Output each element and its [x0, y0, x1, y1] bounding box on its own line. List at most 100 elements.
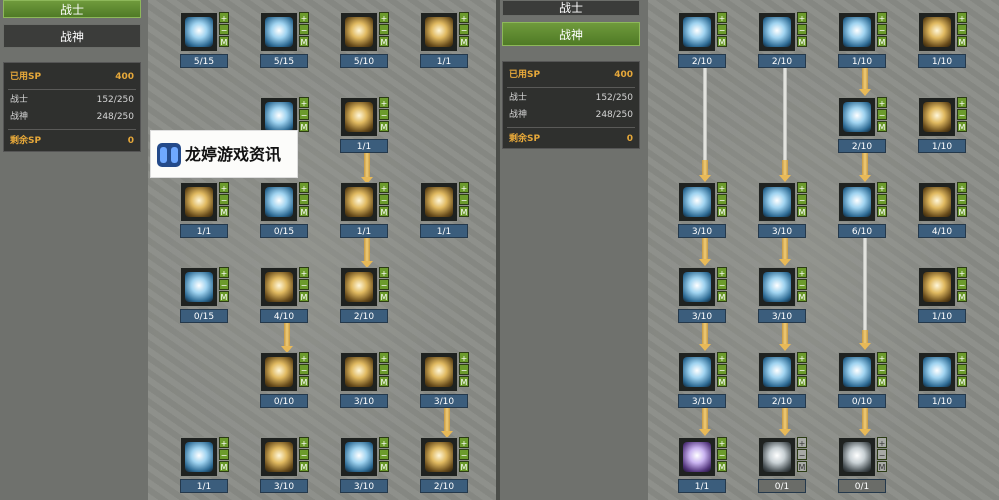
skill-slot[interactable]: + − M 1/10 — [838, 12, 890, 72]
skill-minus-button[interactable]: − — [877, 24, 887, 35]
skill-icon[interactable] — [683, 442, 711, 472]
skill-minus-button[interactable]: − — [299, 364, 309, 375]
skill-master-button[interactable]: M — [379, 36, 389, 47]
skill-master-button[interactable]: M — [957, 291, 967, 302]
skill-slot[interactable]: + − M 4/10 — [260, 267, 312, 327]
skill-plus-button[interactable]: + — [877, 437, 887, 448]
skill-icon[interactable] — [425, 357, 453, 387]
skill-minus-button[interactable]: − — [797, 194, 807, 205]
skill-master-button[interactable]: M — [717, 461, 727, 472]
skill-icon[interactable] — [345, 442, 373, 472]
skill-master-button[interactable]: M — [379, 121, 389, 132]
skill-frame[interactable] — [260, 267, 298, 307]
skill-master-button[interactable]: M — [379, 461, 389, 472]
skill-plus-button[interactable]: + — [299, 97, 309, 108]
skill-icon[interactable] — [185, 442, 213, 472]
skill-plus-button[interactable]: + — [717, 352, 727, 363]
skill-master-button[interactable]: M — [299, 461, 309, 472]
skill-minus-button[interactable]: − — [299, 194, 309, 205]
skill-minus-button[interactable]: − — [717, 449, 727, 460]
skill-master-button[interactable]: M — [299, 36, 309, 47]
skill-frame[interactable] — [758, 437, 796, 477]
skill-master-button[interactable]: M — [957, 206, 967, 217]
skill-frame[interactable] — [340, 352, 378, 392]
skill-icon[interactable] — [843, 102, 871, 132]
skill-master-button[interactable]: M — [459, 461, 469, 472]
skill-icon[interactable] — [763, 357, 791, 387]
skill-icon[interactable] — [923, 17, 951, 47]
tab-wargod[interactable]: 战神 — [502, 22, 640, 46]
skill-minus-button[interactable]: − — [379, 24, 389, 35]
skill-icon[interactable] — [843, 357, 871, 387]
skill-frame[interactable] — [420, 352, 458, 392]
skill-minus-button[interactable]: − — [219, 24, 229, 35]
skill-slot[interactable]: + − M 6/10 — [838, 182, 890, 242]
skill-icon[interactable] — [185, 272, 213, 302]
skill-slot[interactable]: + − M 2/10 — [758, 12, 810, 72]
skill-slot[interactable]: + − M 4/10 — [918, 182, 970, 242]
skill-plus-button[interactable]: + — [877, 12, 887, 23]
skill-plus-button[interactable]: + — [957, 352, 967, 363]
skill-slot[interactable]: + − M 1/1 — [340, 182, 392, 242]
skill-frame[interactable] — [340, 437, 378, 477]
skill-master-button[interactable]: M — [219, 206, 229, 217]
skill-plus-button[interactable]: + — [717, 182, 727, 193]
skill-icon[interactable] — [265, 442, 293, 472]
skill-minus-button[interactable]: − — [717, 24, 727, 35]
skill-icon[interactable] — [425, 17, 453, 47]
skill-frame[interactable] — [260, 182, 298, 222]
skill-master-button[interactable]: M — [797, 461, 807, 472]
skill-frame[interactable] — [340, 97, 378, 137]
skill-slot[interactable]: + − M 3/10 — [678, 267, 730, 327]
skill-slot[interactable]: + − M 0/1 — [838, 437, 890, 497]
skill-icon[interactable] — [425, 187, 453, 217]
skill-plus-button[interactable]: + — [459, 352, 469, 363]
skill-master-button[interactable]: M — [717, 376, 727, 387]
skill-icon[interactable] — [265, 102, 293, 132]
skill-frame[interactable] — [420, 182, 458, 222]
skill-icon[interactable] — [683, 187, 711, 217]
skill-plus-button[interactable]: + — [717, 12, 727, 23]
skill-plus-button[interactable]: + — [877, 97, 887, 108]
skill-icon[interactable] — [265, 272, 293, 302]
skill-icon[interactable] — [923, 102, 951, 132]
skill-frame[interactable] — [918, 182, 956, 222]
skill-slot[interactable]: + − M 5/15 — [180, 12, 232, 72]
skill-minus-button[interactable]: − — [877, 194, 887, 205]
skill-icon[interactable] — [763, 442, 791, 472]
skill-plus-button[interactable]: + — [797, 352, 807, 363]
skill-slot[interactable]: + − M 3/10 — [758, 182, 810, 242]
skill-master-button[interactable]: M — [299, 291, 309, 302]
skill-minus-button[interactable]: − — [459, 449, 469, 460]
skill-minus-button[interactable]: − — [717, 279, 727, 290]
skill-master-button[interactable]: M — [797, 206, 807, 217]
skill-icon[interactable] — [923, 187, 951, 217]
skill-minus-button[interactable]: − — [877, 449, 887, 460]
skill-icon[interactable] — [923, 272, 951, 302]
skill-master-button[interactable]: M — [877, 461, 887, 472]
skill-minus-button[interactable]: − — [459, 24, 469, 35]
skill-slot[interactable]: + − M 1/1 — [678, 437, 730, 497]
skill-slot[interactable]: + − M 2/10 — [758, 352, 810, 412]
skill-plus-button[interactable]: + — [797, 182, 807, 193]
skill-icon[interactable] — [683, 357, 711, 387]
skill-slot[interactable]: + − M 1/10 — [918, 267, 970, 327]
skill-minus-button[interactable]: − — [877, 364, 887, 375]
skill-plus-button[interactable]: + — [379, 182, 389, 193]
tab-warrior[interactable]: 战士 — [3, 0, 141, 18]
skill-minus-button[interactable]: − — [379, 449, 389, 460]
skill-slot[interactable]: + − M 2/10 — [420, 437, 472, 497]
skill-frame[interactable] — [678, 267, 716, 307]
skill-minus-button[interactable]: − — [957, 24, 967, 35]
skill-master-button[interactable]: M — [797, 291, 807, 302]
skill-plus-button[interactable]: + — [957, 12, 967, 23]
skill-icon[interactable] — [345, 357, 373, 387]
skill-slot[interactable]: + − M 0/1 — [758, 437, 810, 497]
skill-minus-button[interactable]: − — [797, 279, 807, 290]
skill-minus-button[interactable]: − — [797, 449, 807, 460]
skill-slot[interactable]: + − M 3/10 — [420, 352, 472, 412]
skill-slot[interactable]: + − M 1/10 — [918, 97, 970, 157]
skill-slot[interactable]: + − M 2/10 — [678, 12, 730, 72]
skill-plus-button[interactable]: + — [379, 437, 389, 448]
skill-plus-button[interactable]: + — [299, 12, 309, 23]
